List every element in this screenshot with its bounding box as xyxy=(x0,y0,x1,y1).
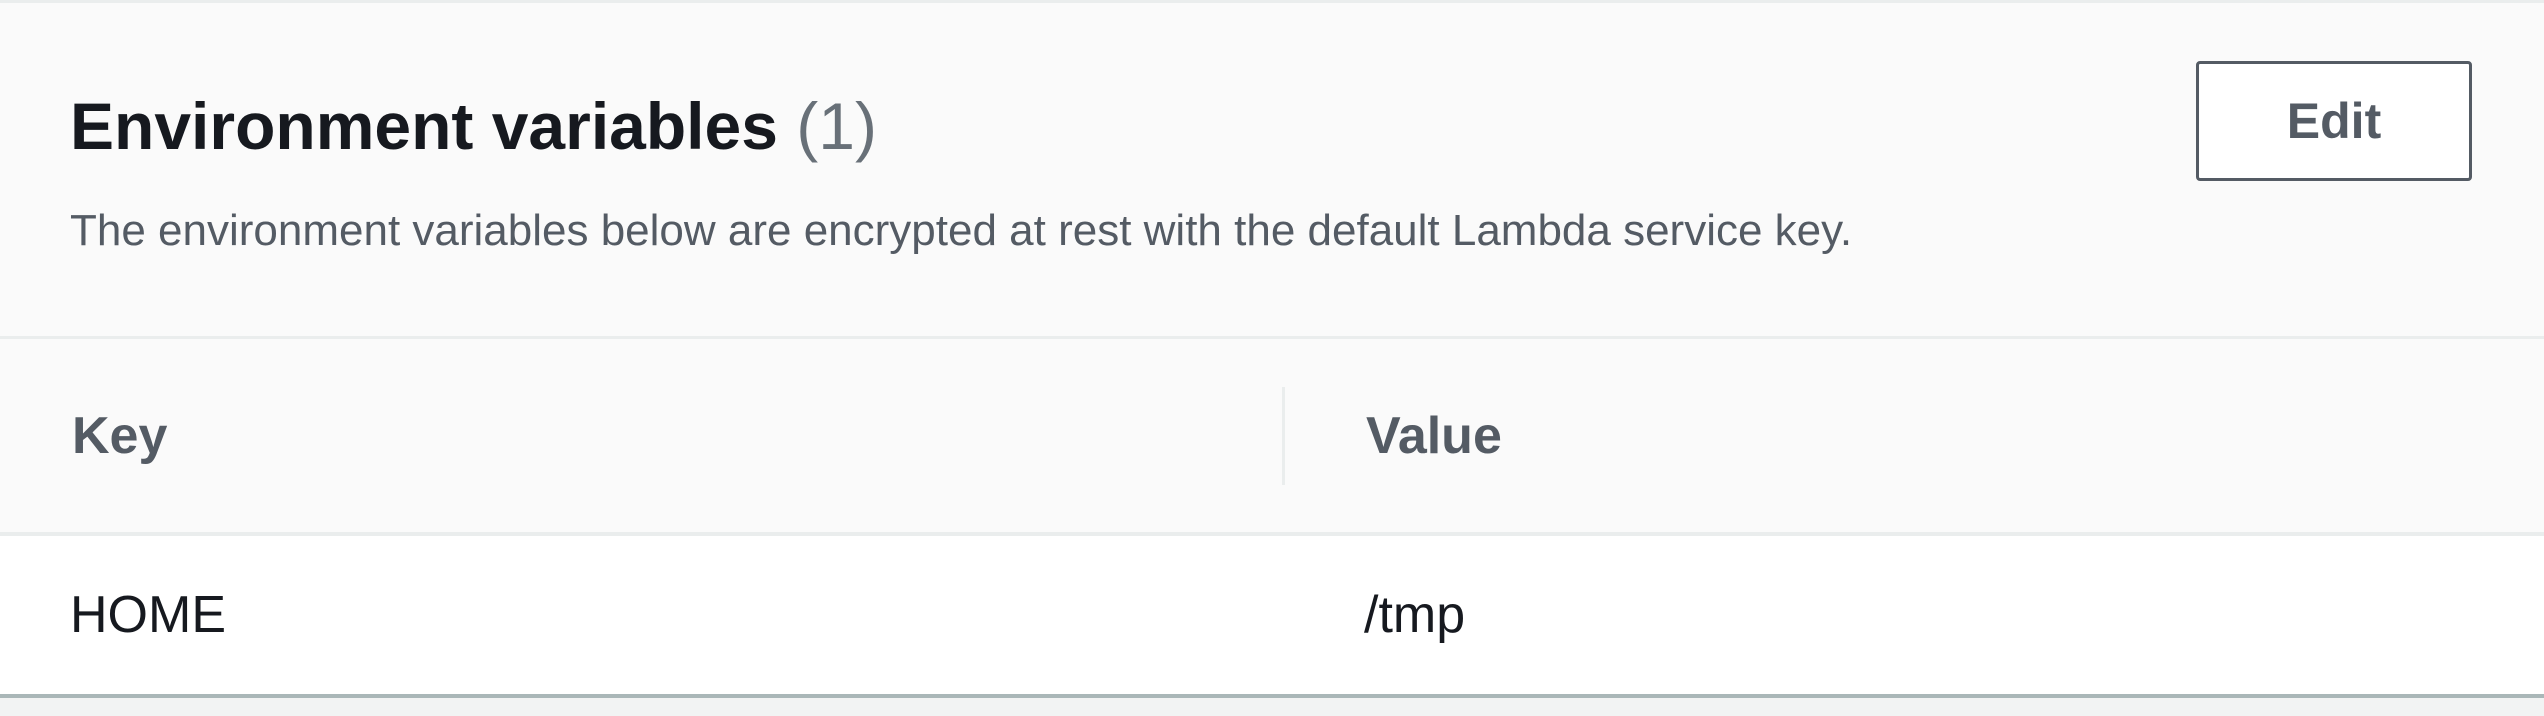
row-value-cell: /tmp xyxy=(1364,586,1466,644)
row-key-cell: HOME xyxy=(70,586,226,644)
table-header-row: Key Value xyxy=(0,339,2544,532)
edit-button[interactable]: Edit xyxy=(2196,61,2472,181)
column-header-value: Value xyxy=(1366,406,1502,465)
variable-count: (1) xyxy=(796,89,877,163)
column-resizer[interactable] xyxy=(1282,387,1285,485)
section-title-text: Environment variables xyxy=(70,89,778,163)
table-row: HOME /tmp xyxy=(0,536,2544,694)
page-background xyxy=(0,698,2544,716)
environment-variables-panel: Environment variables (1) The environmen… xyxy=(0,0,2544,716)
panel-header: Environment variables (1) The environmen… xyxy=(0,3,2544,338)
column-header-key: Key xyxy=(72,406,168,465)
section-title: Environment variables (1) xyxy=(70,81,877,171)
section-description: The environment variables below are encr… xyxy=(70,206,1853,255)
